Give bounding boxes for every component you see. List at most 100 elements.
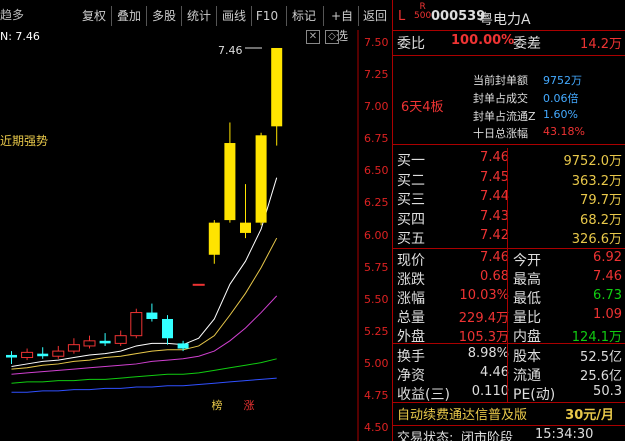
- chart-badge[interactable]: 涨: [240, 399, 258, 413]
- quote-value: 6.92: [593, 250, 622, 265]
- candlestick-svg[interactable]: [0, 30, 392, 441]
- order-volume: 9752.0万: [563, 154, 623, 169]
- quote-value: 10.03%: [459, 288, 509, 303]
- candle-body[interactable]: [177, 343, 189, 349]
- toolbar-button-3[interactable]: 统计: [183, 6, 215, 26]
- quote-row: 现价 7.46 今开 6.92: [393, 250, 625, 270]
- status-row: 交易状态: 闭市阶段 15:34:30: [393, 427, 625, 441]
- price-axis-tick: 6.25: [364, 196, 389, 210]
- toolbar-separator: [111, 6, 112, 26]
- ad-row[interactable]: 自动续费通达信普及版 30元/月: [393, 404, 625, 424]
- order-price: 7.43: [480, 208, 509, 224]
- candle-body[interactable]: [67, 344, 80, 352]
- quote-label: 今开: [513, 253, 541, 269]
- toolbar-button-5[interactable]: F10: [253, 6, 281, 26]
- toolbar-button-7[interactable]: +自选: [325, 6, 359, 43]
- diamond-nav-icon[interactable]: ◇: [325, 30, 339, 44]
- seal-info-value: 9752万: [543, 74, 582, 87]
- toolbar-separator: [323, 6, 324, 26]
- toolbar-separator: [146, 6, 147, 26]
- candle-body[interactable]: [130, 312, 143, 337]
- quote-value: 229.4万: [458, 311, 509, 326]
- order-volume: 79.7万: [580, 193, 622, 208]
- toolbar-button-1[interactable]: 叠加: [113, 6, 145, 26]
- candle-body[interactable]: [52, 350, 65, 357]
- candle-body[interactable]: [114, 335, 127, 344]
- seal-info-label: 封单占成交: [473, 92, 528, 105]
- quote-label: 最高: [513, 272, 541, 288]
- candle-body[interactable]: [224, 143, 236, 221]
- price-axis-tick: 5.50: [364, 292, 389, 306]
- divider: [393, 144, 625, 145]
- column-divider: [507, 343, 508, 402]
- candle-body[interactable]: [271, 47, 283, 127]
- candle-body[interactable]: [255, 135, 267, 223]
- ad-text[interactable]: 自动续费通达信普及版: [397, 404, 527, 423]
- weicha-label: 委差: [513, 36, 541, 52]
- column-divider: [507, 148, 508, 248]
- seal-info-value: 0.06倍: [543, 92, 579, 105]
- quote-value: 6.73: [593, 288, 622, 303]
- candle-body[interactable]: [37, 353, 49, 357]
- candle-body[interactable]: [192, 283, 205, 286]
- fund-label: 股本: [513, 349, 541, 365]
- fund-label: 净资: [397, 368, 425, 384]
- divider: [393, 343, 625, 344]
- chart-badge[interactable]: 榜: [208, 399, 226, 413]
- price-axis-tick: 6.50: [364, 164, 389, 178]
- candle-body[interactable]: [21, 351, 34, 359]
- price-axis-tick: 7.25: [364, 67, 389, 81]
- order-level-label: 买五: [397, 231, 425, 247]
- toolbar-separator: [286, 6, 287, 26]
- fund-value: 0.110: [471, 384, 509, 399]
- stock-name: 粤电力A: [479, 12, 531, 28]
- candle-body[interactable]: [162, 318, 173, 339]
- divider: [393, 248, 625, 249]
- fund-value: 8.98%: [467, 346, 509, 361]
- fund-label: 流通: [513, 368, 541, 384]
- candle-body[interactable]: [146, 312, 158, 319]
- ad-price[interactable]: 30元/月: [565, 404, 614, 423]
- candlestick-chart[interactable]: [0, 30, 392, 441]
- weicha-value: 14.2万: [580, 37, 622, 52]
- order-row: 买二 7.45 363.2万: [393, 170, 625, 190]
- fund-value: 50.3: [593, 384, 622, 399]
- order-level-label: 买四: [397, 211, 425, 228]
- quote-label: 量比: [513, 310, 541, 326]
- price-axis-tick: 7.00: [364, 100, 389, 114]
- candle-body[interactable]: [83, 340, 96, 347]
- moving-average-line-4: [11, 377, 277, 393]
- toolbar-button-4[interactable]: 画线: [218, 6, 250, 26]
- peak-price-label: 7.46: [218, 44, 243, 57]
- status-label: 交易状态:: [397, 431, 454, 441]
- stock-code: 000539: [431, 9, 486, 24]
- toolbar-button-2[interactable]: 多股: [148, 6, 180, 26]
- toolbar-separator: [181, 6, 182, 26]
- divider: [393, 425, 625, 426]
- quote-label: 总量: [397, 310, 425, 326]
- price-axis-tick: 6.00: [364, 228, 389, 242]
- level-indicator: L: [398, 9, 406, 24]
- toolbar-button-0[interactable]: 复权: [78, 6, 110, 26]
- quote-label: 现价: [397, 253, 425, 269]
- status-time: 15:34:30: [535, 427, 594, 441]
- status-value: 闭市阶段: [461, 431, 514, 441]
- candle-body[interactable]: [99, 340, 111, 344]
- divider: [393, 30, 625, 31]
- r-number: 500: [414, 11, 432, 21]
- toolbar-button-8[interactable]: 返回: [360, 6, 390, 26]
- quote-panel: L R 500 000539 粤电力A 委比 100.00% 委差 14.2万 6…: [392, 0, 625, 441]
- moving-average-line-2: [11, 295, 278, 375]
- quote-label: 涨跌: [397, 272, 425, 288]
- candle-body[interactable]: [240, 222, 251, 233]
- close-icon[interactable]: ✕: [306, 30, 320, 44]
- order-level-label: 买三: [397, 192, 425, 208]
- candle-body[interactable]: [208, 222, 220, 255]
- fund-value: 52.5亿: [580, 350, 622, 365]
- price-axis-tick: 5.25: [364, 324, 389, 338]
- fundamental-row: 收益(三) 0.110 PE(动) 50.3: [393, 384, 625, 404]
- column-divider: [507, 248, 508, 343]
- candle-body[interactable]: [6, 354, 17, 358]
- order-price: 7.44: [480, 189, 509, 204]
- toolbar-button-6[interactable]: 标记: [288, 6, 320, 26]
